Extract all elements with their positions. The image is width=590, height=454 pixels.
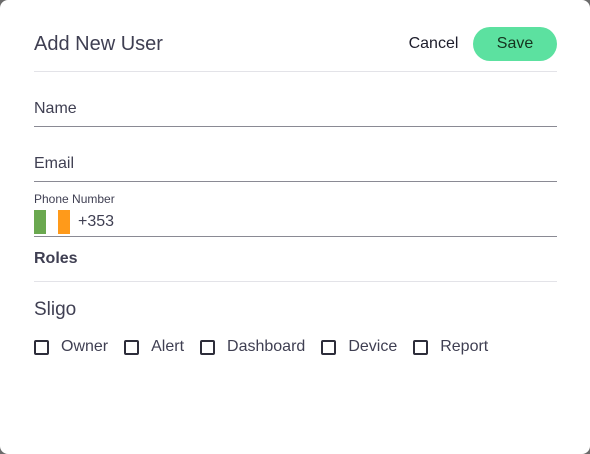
save-button[interactable]: Save bbox=[473, 27, 557, 61]
flag-stripe-orange bbox=[58, 210, 70, 234]
role-dashboard[interactable]: Dashboard bbox=[200, 338, 305, 356]
phone-dial-code[interactable]: +353 bbox=[78, 213, 114, 231]
email-input[interactable] bbox=[34, 155, 557, 173]
phone-field[interactable]: +353 bbox=[34, 208, 557, 237]
role-owner-checkbox[interactable] bbox=[34, 339, 49, 355]
role-dashboard-label: Dashboard bbox=[227, 338, 306, 355]
name-input[interactable] bbox=[34, 100, 557, 118]
role-report[interactable]: Report bbox=[413, 338, 488, 356]
role-owner[interactable]: Owner bbox=[34, 338, 108, 356]
dialog-header: Add New User Cancel Save bbox=[34, 27, 557, 61]
role-device[interactable]: Device bbox=[321, 338, 397, 356]
name-field[interactable] bbox=[34, 100, 557, 127]
role-alert-checkbox[interactable] bbox=[124, 339, 140, 355]
role-report-checkbox[interactable] bbox=[413, 339, 429, 355]
role-owner-label: Owner bbox=[61, 338, 109, 355]
dialog-title: Add New User bbox=[34, 33, 163, 55]
role-alert-label: Alert bbox=[151, 338, 185, 355]
add-user-dialog: Add New User Cancel Save Phone Number +3… bbox=[0, 0, 590, 454]
role-alert[interactable]: Alert bbox=[124, 338, 184, 356]
phone-number-label: Phone Number bbox=[34, 192, 115, 206]
email-field[interactable] bbox=[34, 155, 557, 182]
organization-name: Sligo bbox=[34, 299, 77, 320]
flag-stripe-green bbox=[34, 210, 46, 234]
role-device-checkbox[interactable] bbox=[321, 339, 337, 355]
cancel-button[interactable]: Cancel bbox=[389, 27, 478, 61]
role-device-label: Device bbox=[348, 338, 398, 355]
flag-stripe-white bbox=[46, 210, 58, 234]
role-dashboard-checkbox[interactable] bbox=[200, 339, 216, 355]
roles-checkbox-group: Owner Alert Dashboard Device Report bbox=[34, 336, 504, 358]
roles-heading: Roles bbox=[34, 250, 78, 267]
roles-divider bbox=[34, 281, 557, 282]
role-report-label: Report bbox=[440, 338, 489, 355]
header-divider bbox=[34, 71, 557, 72]
ireland-flag-icon[interactable] bbox=[34, 210, 70, 234]
